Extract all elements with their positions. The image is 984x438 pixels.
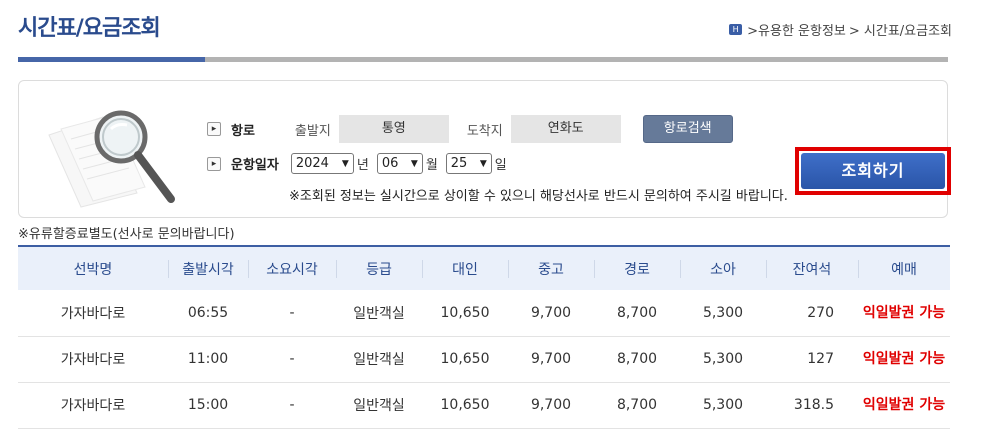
child-fare: 5,300 — [680, 382, 766, 429]
student-fare: 9,700 — [508, 382, 594, 429]
column-header-reservation: 예매 — [858, 246, 950, 290]
date-row: ▸ 운항일자 2024 ▼ 년 06 ▼ 월 25 ▼ 일 — [207, 153, 515, 174]
senior-fare: 8,700 — [594, 382, 680, 429]
month-unit: 월 — [425, 158, 438, 173]
reservation-status: 익일발권 가능 — [858, 382, 950, 429]
duration: - — [248, 336, 336, 383]
notice-text: ※조회된 정보는 실시간으로 상이할 수 있으니 해당선사로 반드시 문의하여 … — [289, 189, 788, 204]
query-button-highlight: 조회하기 — [795, 147, 951, 195]
month-value: 06 — [381, 156, 399, 171]
reservation-status: 익일발권 가능 — [858, 336, 950, 383]
ship-name: 가자바다로 — [18, 290, 168, 337]
chevron-down-icon: ▼ — [410, 158, 418, 169]
column-header-ship: 선박명 — [73, 261, 113, 278]
chevron-right-icon: ▸ — [207, 122, 221, 136]
duration: - — [248, 382, 336, 429]
page-title: 시간표/요금조회 — [18, 16, 161, 41]
fuel-surcharge-note: ※유류할증료별도(선사로 문의바랍니다) — [18, 227, 235, 242]
column-header-adult: 대인 — [422, 246, 508, 290]
column-header-child: 소아 — [680, 246, 766, 290]
seat-class: 일반객실 — [336, 336, 422, 383]
arrive-label: 도착지 — [466, 123, 503, 139]
timetable: 선박명 출발시각 소요시각 등급 대인 중고 경로 소아 잔여석 예매 가자바다… — [18, 245, 950, 429]
table-header-row: 선박명 출발시각 소요시각 등급 대인 중고 경로 소아 잔여석 예매 — [18, 246, 950, 290]
child-fare: 5,300 — [680, 336, 766, 383]
breadcrumb-item-info[interactable]: >유용한 운항정보 — [747, 20, 846, 39]
duration: - — [248, 290, 336, 337]
depart-time: 15:00 — [168, 382, 248, 429]
column-header-senior: 경로 — [594, 246, 680, 290]
ship-name: 가자바다로 — [18, 336, 168, 383]
adult-fare: 10,650 — [422, 336, 508, 383]
query-button[interactable]: 조회하기 — [801, 153, 945, 189]
day-unit: 일 — [494, 158, 507, 173]
timetable-grid: 선박명 출발시각 소요시각 등급 대인 중고 경로 소아 잔여석 예매 가자바다… — [18, 245, 950, 429]
seat-class: 일반객실 — [336, 382, 422, 429]
column-header-depart-time: 출발시각 — [168, 246, 248, 290]
chevron-down-icon: ▼ — [479, 158, 487, 169]
breadcrumb: H >유용한 운항정보 > 시간표/요금조회 — [729, 20, 952, 39]
arrive-field[interactable]: 연화도 — [510, 115, 621, 143]
title-divider-accent — [18, 57, 205, 62]
adult-fare: 10,650 — [422, 382, 508, 429]
child-fare: 5,300 — [680, 290, 766, 337]
year-select[interactable]: 2024 ▼ — [290, 153, 354, 174]
year-value: 2024 — [295, 156, 329, 171]
depart-label: 출발지 — [294, 123, 331, 139]
chevron-down-icon: ▼ — [341, 158, 349, 169]
reservation-status: 익일발권 가능 — [858, 290, 950, 337]
column-header-class: 등급 — [336, 246, 422, 290]
remaining-seats: 127 — [766, 336, 858, 383]
depart-time: 11:00 — [168, 336, 248, 383]
column-header-duration: 소요시각 — [248, 246, 336, 290]
chevron-right-icon: ▸ — [207, 156, 221, 171]
senior-fare: 8,700 — [594, 336, 680, 383]
adult-fare: 10,650 — [422, 290, 508, 337]
student-fare: 9,700 — [508, 290, 594, 337]
depart-time: 06:55 — [168, 290, 248, 337]
table-row: 가자바다로 06:55 - 일반객실 10,650 9,700 8,700 5,… — [18, 290, 950, 337]
depart-field[interactable]: 통영 — [338, 115, 449, 143]
route-row: ▸ 항로 출발지 통영 도착지 연화도 항로검색 — [207, 115, 733, 143]
column-header-seats: 잔여석 — [766, 246, 858, 290]
remaining-seats: 318.5 — [766, 382, 858, 429]
date-label: 운항일자 — [231, 158, 279, 173]
route-search-button[interactable]: 항로검색 — [642, 115, 733, 143]
student-fare: 9,700 — [508, 336, 594, 383]
remaining-seats: 270 — [766, 290, 858, 337]
route-label: 항로 — [231, 123, 255, 139]
year-unit: 년 — [356, 158, 369, 173]
breadcrumb-item-current: > 시간표/요금조회 — [848, 24, 952, 39]
magnifier-document-icon — [48, 110, 175, 208]
table-row: 가자바다로 15:00 - 일반객실 10,650 9,700 8,700 5,… — [18, 382, 950, 429]
title-divider — [18, 57, 948, 62]
senior-fare: 8,700 — [594, 290, 680, 337]
home-icon[interactable]: H — [729, 24, 743, 35]
month-select[interactable]: 06 ▼ — [376, 153, 423, 174]
ship-name: 가자바다로 — [18, 382, 168, 429]
column-header-student: 중고 — [508, 246, 594, 290]
table-row: 가자바다로 11:00 - 일반객실 10,650 9,700 8,700 5,… — [18, 336, 950, 383]
day-select[interactable]: 25 ▼ — [445, 153, 492, 174]
day-value: 25 — [450, 156, 468, 171]
search-panel: ▸ 항로 출발지 통영 도착지 연화도 항로검색 ▸ 운항일자 2024 ▼ 년… — [18, 80, 951, 218]
seat-class: 일반객실 — [336, 290, 422, 337]
